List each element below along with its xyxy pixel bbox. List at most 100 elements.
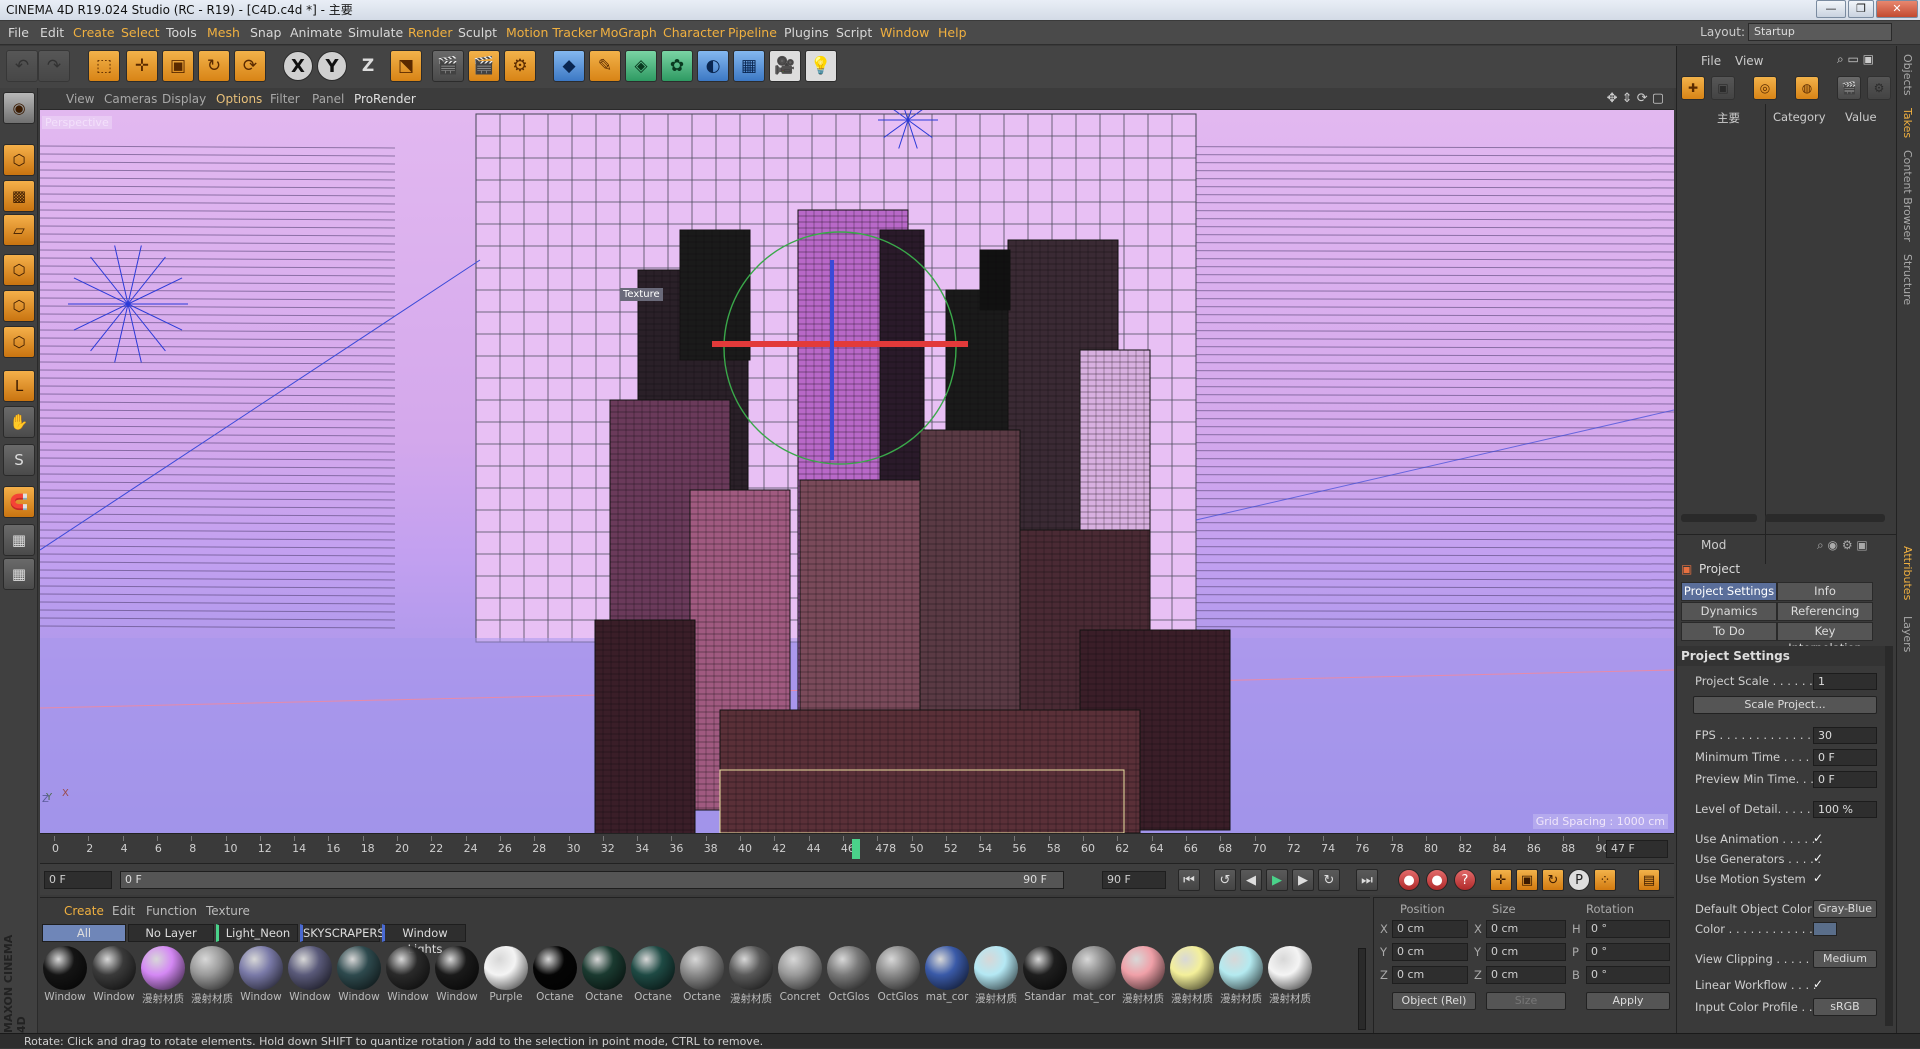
z-axis-lock-icon[interactable]: Z [352, 50, 384, 82]
take-lock-icon[interactable]: ◍ [1795, 76, 1819, 100]
view-menu-panel[interactable]: Panel [312, 92, 344, 106]
take-render-icon[interactable]: 🎬 [1837, 76, 1861, 100]
new-take-icon[interactable]: ✚ [1681, 76, 1705, 100]
use-motion-system-checkbox[interactable]: ✓ [1813, 872, 1826, 885]
menu-script[interactable]: Script [836, 25, 872, 40]
takes-root[interactable]: 主要 [1717, 110, 1740, 126]
texture-mode-icon[interactable]: ▩ [3, 180, 35, 212]
record-active-icon[interactable]: ● [1398, 869, 1420, 891]
material-item[interactable]: mat_cor [924, 946, 970, 1003]
record-scale-icon[interactable]: ▣ [1516, 869, 1538, 891]
material-item[interactable]: Octane [679, 946, 725, 1003]
material-item[interactable]: 漫射材质 [1267, 946, 1313, 1006]
rotation-h-field[interactable]: 0 ° [1586, 920, 1670, 938]
size-x-field[interactable]: 0 cm [1486, 920, 1566, 938]
tab-dynamics[interactable]: Dynamics [1681, 602, 1777, 621]
menu-sculpt[interactable]: Sculpt [458, 25, 497, 40]
tab-referencing[interactable]: Referencing [1777, 602, 1873, 621]
edges-mode-icon[interactable]: ⬡ [3, 290, 35, 322]
menu-mograph[interactable]: MoGraph [600, 25, 657, 40]
minimum-time-field[interactable]: 0 F [1813, 749, 1877, 766]
preview-range-slider[interactable]: 0 F 90 F [120, 871, 1064, 889]
menu-pipeline[interactable]: Pipeline [728, 25, 777, 40]
preview-min-time-field[interactable]: 0 F [1813, 771, 1877, 788]
previous-key-icon[interactable]: ↺ [1214, 869, 1236, 891]
values-hscroll[interactable] [1765, 514, 1885, 522]
view-menu-filter[interactable]: Filter [270, 92, 300, 106]
level-of-detail-field[interactable]: 100 % [1813, 801, 1877, 818]
next-key-icon[interactable]: ↻ [1318, 869, 1340, 891]
viewport-3d[interactable]: Perspective Texture Grid Spacing : 1000 … [40, 110, 1674, 833]
material-item[interactable]: 漫射材质 [189, 946, 235, 1006]
light-icon[interactable]: 💡 [805, 50, 837, 82]
view-menu-options[interactable]: Options [216, 92, 262, 106]
linear-workflow-checkbox[interactable]: ✓ [1813, 978, 1826, 991]
viewport-navigation-icon[interactable]: ✥ ⇕ ⟳ ▢ [1607, 91, 1664, 106]
material-item[interactable]: 漫射材质 [1120, 946, 1166, 1006]
position-x-field[interactable]: 0 cm [1392, 920, 1468, 938]
material-item[interactable]: Window [238, 946, 284, 1003]
render-picture-viewer-icon[interactable]: 🎬 [468, 50, 500, 82]
tab-to-do[interactable]: To Do [1681, 622, 1777, 641]
menu-character[interactable]: Character [663, 25, 725, 40]
side-tab-layers[interactable]: Layers [1901, 616, 1914, 652]
material-item[interactable]: Standar [1022, 946, 1068, 1003]
view-clipping-select[interactable]: Medium [1813, 950, 1877, 968]
layout-select[interactable]: Startup [1748, 23, 1892, 41]
menu-snap[interactable]: Snap [250, 25, 281, 40]
objects-hscroll[interactable] [1681, 514, 1757, 522]
view-menu-prorender[interactable]: ProRender [354, 92, 416, 106]
default-object-color-select[interactable]: Gray-Blue [1813, 900, 1877, 918]
maximize-button[interactable]: ❐ [1848, 0, 1874, 18]
minimize-button[interactable]: — [1816, 0, 1846, 18]
menu-file[interactable]: File [8, 25, 29, 40]
scale-project-button[interactable]: Scale Project... [1693, 696, 1877, 714]
menu-mesh[interactable]: Mesh [207, 25, 240, 40]
workplane-mode-icon[interactable]: ▱ [3, 214, 35, 246]
workplane-lock-icon[interactable]: ▦ [3, 524, 35, 556]
input-color-profile-select[interactable]: sRGB [1813, 998, 1877, 1016]
material-item[interactable]: Window [434, 946, 480, 1003]
pen-spline-icon[interactable]: ✎ [589, 50, 621, 82]
locked-workplane-icon[interactable]: ▦ [3, 558, 35, 590]
camera-icon[interactable]: 🎥 [769, 50, 801, 82]
menu-window[interactable]: Window [880, 25, 929, 40]
start-frame-field[interactable]: 0 F [44, 871, 112, 889]
cube-icon[interactable]: ◆ [553, 50, 585, 82]
record-position-icon[interactable]: ✛ [1490, 869, 1512, 891]
deformer-icon[interactable]: ◐ [697, 50, 729, 82]
material-item[interactable]: Concret [777, 946, 823, 1003]
menu-create[interactable]: Create [73, 25, 115, 40]
material-item[interactable]: 漫射材质 [1169, 946, 1215, 1006]
position-z-field[interactable]: 0 cm [1392, 966, 1468, 984]
material-item[interactable]: mat_cor [1071, 946, 1117, 1003]
material-item[interactable]: Window [385, 946, 431, 1003]
material-item[interactable]: OctGlos [875, 946, 921, 1003]
rotate-icon[interactable]: ↻ [198, 50, 230, 82]
fps-field[interactable]: 30 [1813, 727, 1877, 744]
go-to-end-icon[interactable]: ⏭ [1356, 869, 1378, 891]
tweak-mode-icon[interactable]: ✋ [3, 406, 35, 438]
menu-motion-tracker[interactable]: Motion Tracker [506, 25, 597, 40]
menu-render[interactable]: Render [408, 25, 453, 40]
timeline-playhead[interactable] [852, 839, 860, 859]
take-auto-icon[interactable]: ◎ [1753, 76, 1777, 100]
menu-animate[interactable]: Animate [290, 25, 342, 40]
axis-mode-icon[interactable]: L [3, 370, 35, 402]
take-settings-icon[interactable]: ⚙ [1867, 76, 1891, 100]
use-generators-checkbox[interactable]: ✓ [1813, 852, 1826, 865]
tab-info[interactable]: Info [1777, 582, 1873, 601]
project-scale-field[interactable]: 1 [1813, 673, 1877, 690]
position-y-field[interactable]: 0 cm [1392, 943, 1468, 961]
menu-simulate[interactable]: Simulate [348, 25, 403, 40]
tab-key-interpolation[interactable]: Key Interpolation [1777, 622, 1873, 655]
objects-menu-view[interactable]: View [1735, 54, 1763, 68]
next-frame-icon[interactable]: ▶ [1292, 869, 1314, 891]
menu-edit[interactable]: Edit [40, 25, 64, 40]
material-item[interactable]: OctGlos [826, 946, 872, 1003]
material-item[interactable]: 漫射材质 [728, 946, 774, 1006]
side-tab-content-browser[interactable]: Content Browser [1901, 150, 1914, 242]
side-tab-structure[interactable]: Structure [1901, 254, 1914, 305]
menu-select[interactable]: Select [121, 25, 160, 40]
material-item[interactable]: Window [336, 946, 382, 1003]
